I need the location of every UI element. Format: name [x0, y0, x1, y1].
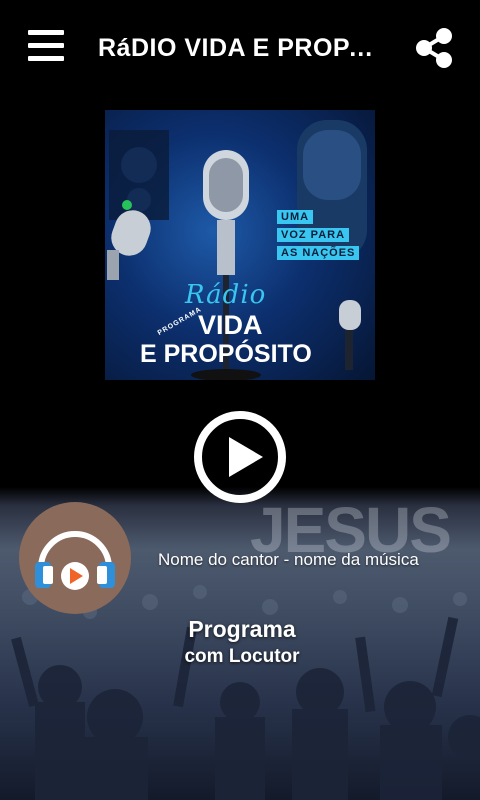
cover-proposito-word: E PROPÓSITO — [140, 340, 312, 368]
program-host: com Locutor — [184, 646, 300, 667]
station-avatar — [19, 502, 131, 614]
play-button[interactable] — [193, 410, 287, 504]
share-icon[interactable] — [414, 26, 454, 70]
cover-tagline-2: VOZ PARA — [277, 228, 350, 242]
cover-radio-word: Rádio — [185, 280, 267, 310]
page-title: RáDIO VIDA E PROPA… — [98, 34, 390, 62]
album-cover-art: UMA VOZ PARA AS NAÇÕES Rádio PROGRAMA VI… — [105, 110, 375, 380]
cover-vida-word: VIDA — [198, 310, 263, 340]
cover-tagline-1: UMA — [277, 210, 314, 224]
app-bar: RáDIO VIDA E PROPA… — [0, 0, 480, 96]
program-name: Programa — [188, 616, 296, 642]
now-playing-song: Nome do cantor - nome da música — [158, 550, 419, 569]
cover-tagline-3: AS NAÇÕES — [277, 246, 360, 260]
play-icon — [194, 411, 286, 503]
headphones-play-icon — [35, 531, 115, 590]
hamburger-menu-icon[interactable] — [28, 30, 64, 64]
